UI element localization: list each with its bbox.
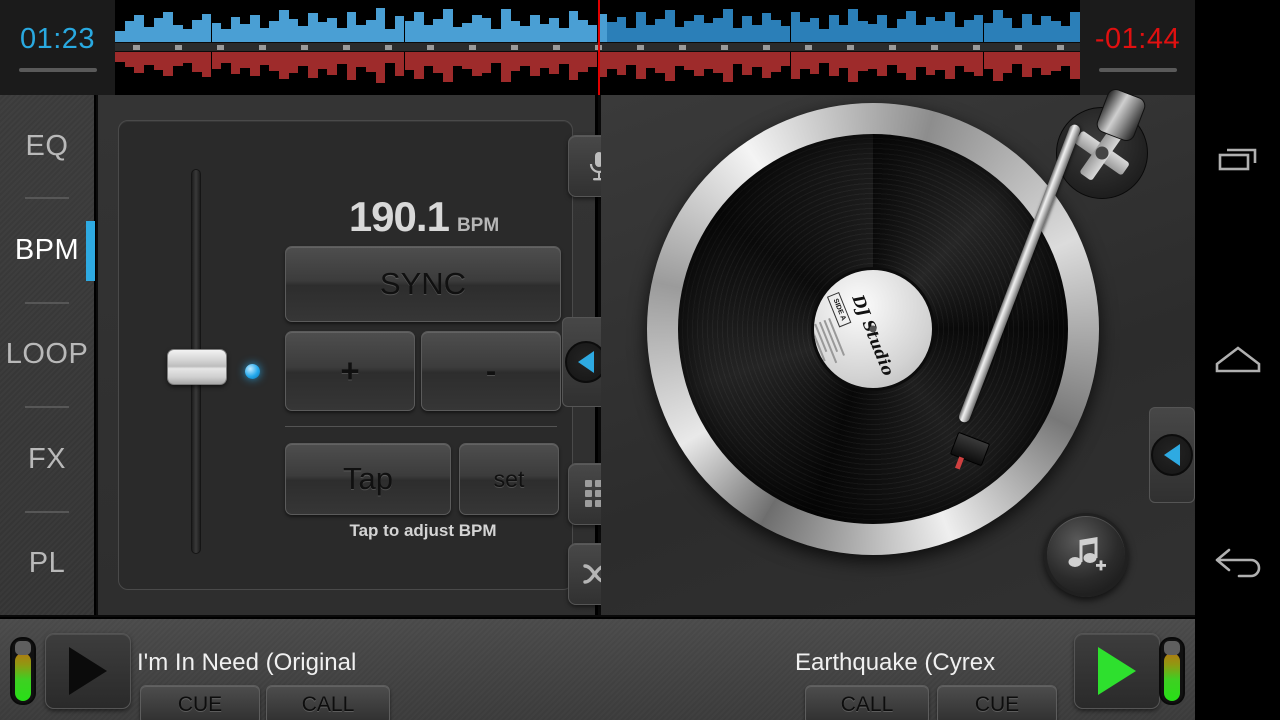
set-button[interactable]: set (459, 443, 559, 515)
dj-app-screen: 01:23 -01:44 EQ BPM LOOP FX (0, 0, 1280, 720)
level-meter-left (10, 637, 36, 705)
tap-hint-label: Tap to adjust BPM (285, 521, 561, 541)
remaining-time-box: -01:44 (1080, 0, 1195, 95)
sidebar-item-bpm[interactable]: BPM (0, 199, 95, 301)
sidebar-item-fx[interactable]: FX (0, 408, 95, 510)
deck-b-expand-button[interactable] (1149, 407, 1195, 503)
play-button-deck-b[interactable] (1074, 633, 1160, 709)
call-button-deck-a[interactable]: CALL (266, 685, 390, 720)
sidebar-item-eq[interactable]: EQ (0, 95, 95, 197)
panel-divider (285, 426, 557, 427)
track-title-deck-b: Earthquake (Cyrex (795, 649, 995, 677)
add-track-button[interactable] (1044, 513, 1128, 597)
record-logo: DJ Studio (848, 292, 898, 378)
home-button[interactable] (1195, 312, 1280, 408)
bpm-value: 190.1 (349, 193, 449, 240)
elapsed-underline (19, 68, 97, 72)
track-title-deck-a: I'm In Need (Original (137, 649, 356, 677)
playhead-marker (598, 0, 600, 95)
back-icon (1211, 540, 1265, 580)
sidebar-item-label: LOOP (6, 338, 89, 371)
bottom-transport-bar: I'm In Need (Original CUE CALL Earthquak… (0, 617, 1195, 720)
recents-icon (1215, 137, 1261, 183)
bpm-control-panel: 190.1 BPM SYNC + - Tap set Tap to adjust … (118, 120, 573, 590)
vinyl-record[interactable]: SIDE A DJ Studio (678, 134, 1068, 524)
recents-button[interactable] (1195, 112, 1280, 208)
play-icon (69, 647, 107, 695)
platter[interactable]: SIDE A DJ Studio (647, 103, 1099, 555)
remaining-underline (1099, 68, 1177, 72)
bpm-decrease-button[interactable]: - (421, 331, 561, 411)
play-icon (1098, 647, 1136, 695)
level-meter-right (1159, 637, 1185, 705)
bpm-readout: 190.1 BPM (299, 193, 549, 241)
pitch-center-led (245, 364, 260, 379)
turntable-deck: SIDE A DJ Studio (601, 95, 1195, 615)
sync-button[interactable]: SYNC (285, 246, 561, 322)
triangle-left-icon (1164, 444, 1180, 466)
sidebar-item-label: PL (29, 547, 65, 580)
elapsed-time-box: 01:23 (0, 0, 115, 95)
sidebar-item-label: EQ (26, 130, 69, 163)
back-button[interactable] (1195, 512, 1280, 608)
sidebar-item-pl[interactable]: PL (0, 513, 95, 615)
tap-button[interactable]: Tap (285, 443, 451, 515)
mode-tab-rail: EQ BPM LOOP FX PL (0, 95, 96, 615)
triangle-left-icon (578, 351, 594, 373)
remaining-time: -01:44 (1095, 23, 1180, 56)
cue-button-deck-a[interactable]: CUE (140, 685, 260, 720)
active-tab-indicator (86, 221, 95, 281)
bpm-increase-button[interactable]: + (285, 331, 415, 411)
home-icon (1213, 340, 1263, 380)
sidebar-item-label: BPM (15, 234, 79, 267)
waveform-bar: 01:23 -01:44 (0, 0, 1195, 95)
bpm-unit-label: BPM (457, 215, 499, 236)
music-note-plus-icon (1066, 535, 1106, 575)
call-button-deck-b[interactable]: CALL (805, 685, 929, 720)
sidebar-item-loop[interactable]: LOOP (0, 304, 95, 406)
elapsed-time: 01:23 (20, 23, 95, 56)
pitch-fader-knob[interactable] (167, 349, 227, 385)
spindle (870, 326, 877, 333)
play-button-deck-a[interactable] (45, 633, 131, 709)
cue-button-deck-b[interactable]: CUE (937, 685, 1057, 720)
sidebar-item-label: FX (28, 443, 66, 476)
deck-a-panel: 190.1 BPM SYNC + - Tap set Tap to adjust … (98, 95, 598, 615)
android-navigation-bar (1195, 0, 1280, 720)
waveform-canvas[interactable] (115, 0, 1080, 95)
expand-circle (1151, 434, 1193, 476)
